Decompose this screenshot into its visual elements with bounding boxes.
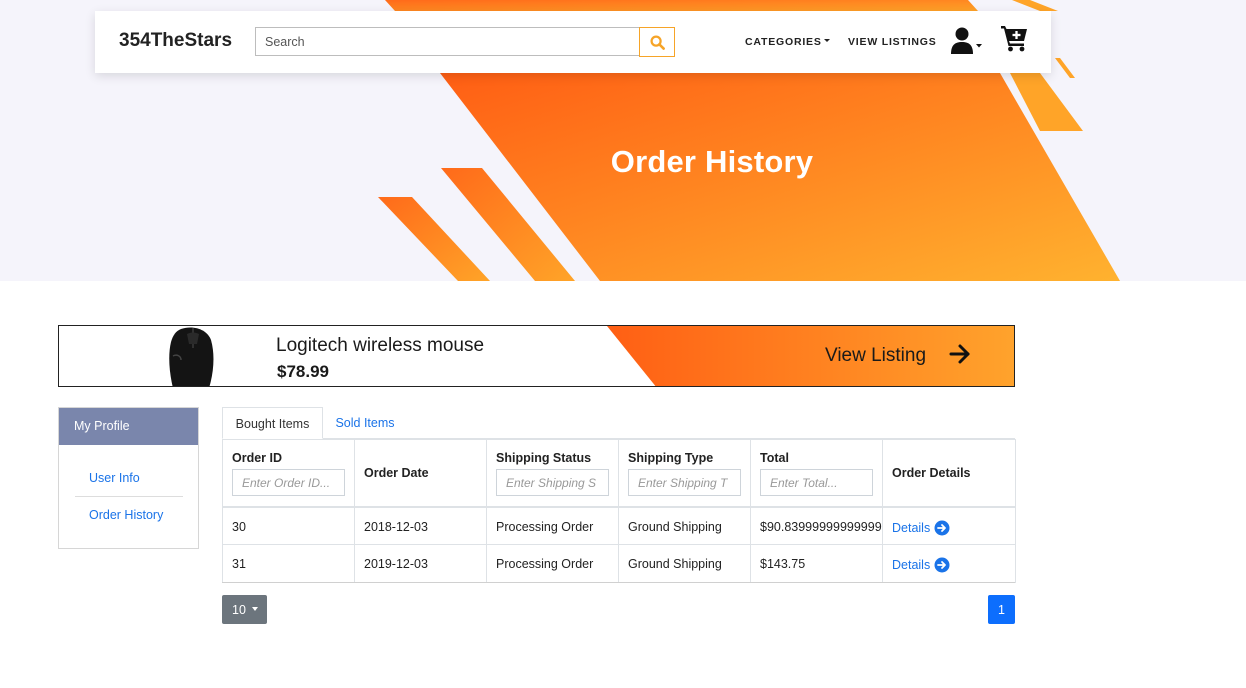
- top-navbar: 354TheStars CATEGORIES VIEW LISTINGS: [95, 11, 1051, 73]
- shipping-type-cell: Ground Shipping: [618, 506, 751, 545]
- order-details-cell: Details: [882, 506, 1016, 545]
- caret-down-icon: [823, 39, 830, 42]
- caret-down-icon: [251, 607, 258, 611]
- column-header-total[interactable]: Total: [750, 439, 883, 507]
- tab-sold-items[interactable]: Sold Items: [324, 407, 406, 439]
- details-link[interactable]: Details: [892, 520, 950, 536]
- page-size-dropdown[interactable]: 10: [222, 595, 267, 624]
- pagination-page-1[interactable]: 1: [988, 595, 1015, 624]
- cart-button[interactable]: [1000, 24, 1030, 54]
- product-price: $78.99: [277, 362, 329, 381]
- column-header-order-id[interactable]: Order ID: [222, 439, 355, 507]
- view-listing-label[interactable]: View Listing: [825, 345, 926, 367]
- shipping-type-filter-input[interactable]: [628, 469, 741, 496]
- view-listings-link[interactable]: VIEW LISTINGS: [848, 36, 937, 48]
- column-header-shipping-type[interactable]: Shipping Type: [618, 439, 751, 507]
- table-row: 31 2019-12-03 Processing Order Ground Sh…: [222, 544, 1016, 583]
- total-cell: $90.83999999999999: [750, 506, 883, 545]
- divider: [75, 496, 183, 497]
- categories-label: CATEGORIES: [745, 36, 822, 48]
- circle-arrow-right-icon: [934, 520, 950, 535]
- table-bottom-border: [222, 582, 1015, 583]
- search-icon: [649, 34, 665, 50]
- product-name: Logitech wireless mouse: [276, 335, 485, 356]
- table-header-row: Order ID Order Date Shipping Status Ship…: [222, 439, 1016, 507]
- sidebar-item-user-info[interactable]: User Info: [89, 471, 140, 485]
- product-image: [169, 327, 214, 386]
- order-id-filter-input[interactable]: [232, 469, 345, 496]
- total-filter-input[interactable]: [760, 469, 873, 496]
- arrow-right-icon[interactable]: [948, 342, 972, 366]
- column-header-shipping-status[interactable]: Shipping Status: [486, 439, 619, 507]
- sidebar-item-order-history[interactable]: Order History: [89, 508, 163, 522]
- order-id-cell: 31: [222, 544, 355, 583]
- shipping-status-cell: Processing Order: [486, 544, 619, 583]
- user-icon: [951, 27, 982, 54]
- page-size-value: 10: [232, 603, 246, 617]
- column-header-order-date[interactable]: Order Date: [354, 439, 487, 507]
- order-date-cell: 2018-12-03: [354, 506, 487, 545]
- page-title: Order History: [610, 144, 814, 179]
- shipping-type-cell: Ground Shipping: [618, 544, 751, 583]
- shipping-status-cell: Processing Order: [486, 506, 619, 545]
- shipping-type-header-label: Shipping Type: [628, 451, 714, 465]
- tab-bought-items[interactable]: Bought Items: [222, 407, 323, 439]
- table-row: 30 2018-12-03 Processing Order Ground Sh…: [222, 506, 1016, 545]
- featured-listing-banner[interactable]: Logitech wireless mouse $78.99 View List…: [58, 325, 1015, 387]
- order-id-header-label: Order ID: [232, 451, 283, 465]
- cart-plus-icon: [1001, 26, 1027, 52]
- total-header-label: Total: [760, 451, 789, 465]
- order-id-cell: 30: [222, 506, 355, 545]
- column-header-order-details: Order Details: [882, 439, 1016, 507]
- search-button[interactable]: [639, 27, 675, 57]
- circle-arrow-right-icon: [934, 557, 950, 573]
- total-cell: $143.75: [750, 544, 883, 583]
- shipping-status-header-label: Shipping Status: [496, 451, 592, 465]
- order-details-cell: Details: [882, 544, 1016, 583]
- details-label: Details: [892, 558, 931, 572]
- profile-side-menu: My Profile User Info Order History: [58, 407, 199, 549]
- user-menu-button[interactable]: [950, 26, 986, 56]
- details-label: Details: [892, 520, 931, 535]
- brand-logo[interactable]: 354TheStars: [119, 30, 232, 52]
- side-menu-header: My Profile: [59, 408, 198, 445]
- categories-dropdown[interactable]: CATEGORIES: [745, 36, 830, 48]
- details-link[interactable]: Details: [892, 557, 950, 573]
- order-date-cell: 2019-12-03: [354, 544, 487, 583]
- orders-table: Order ID Order Date Shipping Status Ship…: [222, 439, 1016, 583]
- shipping-status-filter-input[interactable]: [496, 469, 609, 496]
- search-input[interactable]: [255, 27, 640, 56]
